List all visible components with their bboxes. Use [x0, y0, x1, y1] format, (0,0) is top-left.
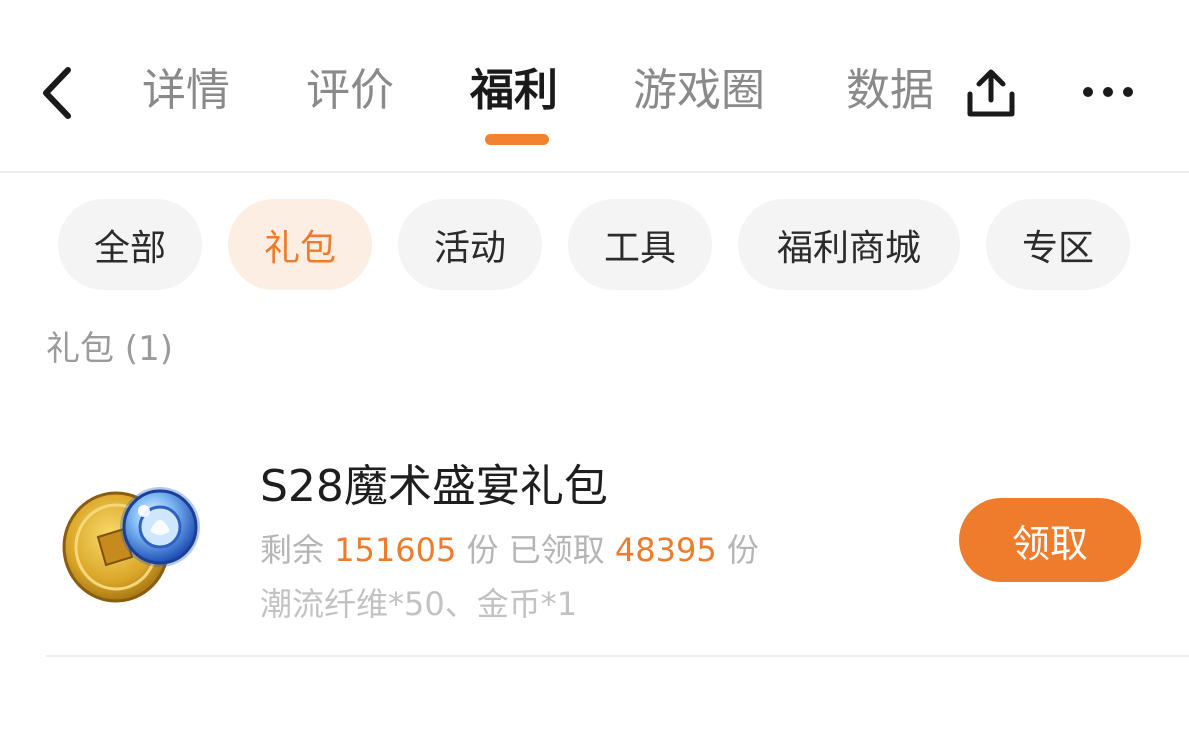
filter-chip-gift-pack[interactable]: 礼包: [228, 199, 372, 290]
nav-divider: [0, 171, 1189, 173]
claimed-label: 已领取: [508, 531, 605, 569]
chevron-left-icon: [43, 67, 71, 119]
remaining-label: 剩余: [260, 531, 325, 569]
filter-chip-welfare-mall[interactable]: 福利商城: [738, 199, 960, 290]
top-nav-bar: 详情 评价 福利 游戏圈 数据: [0, 0, 1189, 172]
item-divider: [46, 655, 1189, 657]
claimed-unit: 份: [726, 531, 759, 569]
tab-reviews[interactable]: 评价: [306, 62, 394, 120]
share-icon: [967, 69, 1015, 117]
remaining-unit: 份: [466, 531, 499, 569]
share-button[interactable]: [962, 64, 1020, 120]
more-icon: [1083, 87, 1133, 97]
remaining-count: 151605: [334, 531, 457, 569]
active-tab-indicator: [485, 134, 549, 145]
tab-data[interactable]: 数据: [846, 62, 934, 120]
filter-chip-tools[interactable]: 工具: [568, 199, 712, 290]
claim-button[interactable]: 领取: [959, 498, 1141, 582]
section-title: 礼包 (1): [46, 329, 173, 369]
claimed-count: 48395: [614, 531, 717, 569]
gift-rewards: 潮流纤维*50、金币*1: [260, 585, 578, 623]
gift-pack-icon: [58, 465, 213, 615]
filter-chip-events[interactable]: 活动: [398, 199, 542, 290]
tab-details[interactable]: 详情: [142, 62, 230, 120]
back-button[interactable]: [30, 58, 86, 128]
welfare-page: 详情 评价 福利 游戏圈 数据 全部 礼包 活动 工具 福利商城 专区 礼包 (…: [0, 0, 1189, 748]
gift-stock-info: 剩余 151605 份 已领取 48395 份: [260, 528, 759, 572]
filter-chip-all[interactable]: 全部: [58, 199, 202, 290]
filter-chip-zone[interactable]: 专区: [986, 199, 1130, 290]
more-button[interactable]: [1076, 76, 1140, 108]
tab-welfare[interactable]: 福利: [470, 62, 558, 120]
tab-game-circle[interactable]: 游戏圈: [633, 62, 765, 120]
gift-name: S28魔术盛宴礼包: [260, 461, 608, 512]
